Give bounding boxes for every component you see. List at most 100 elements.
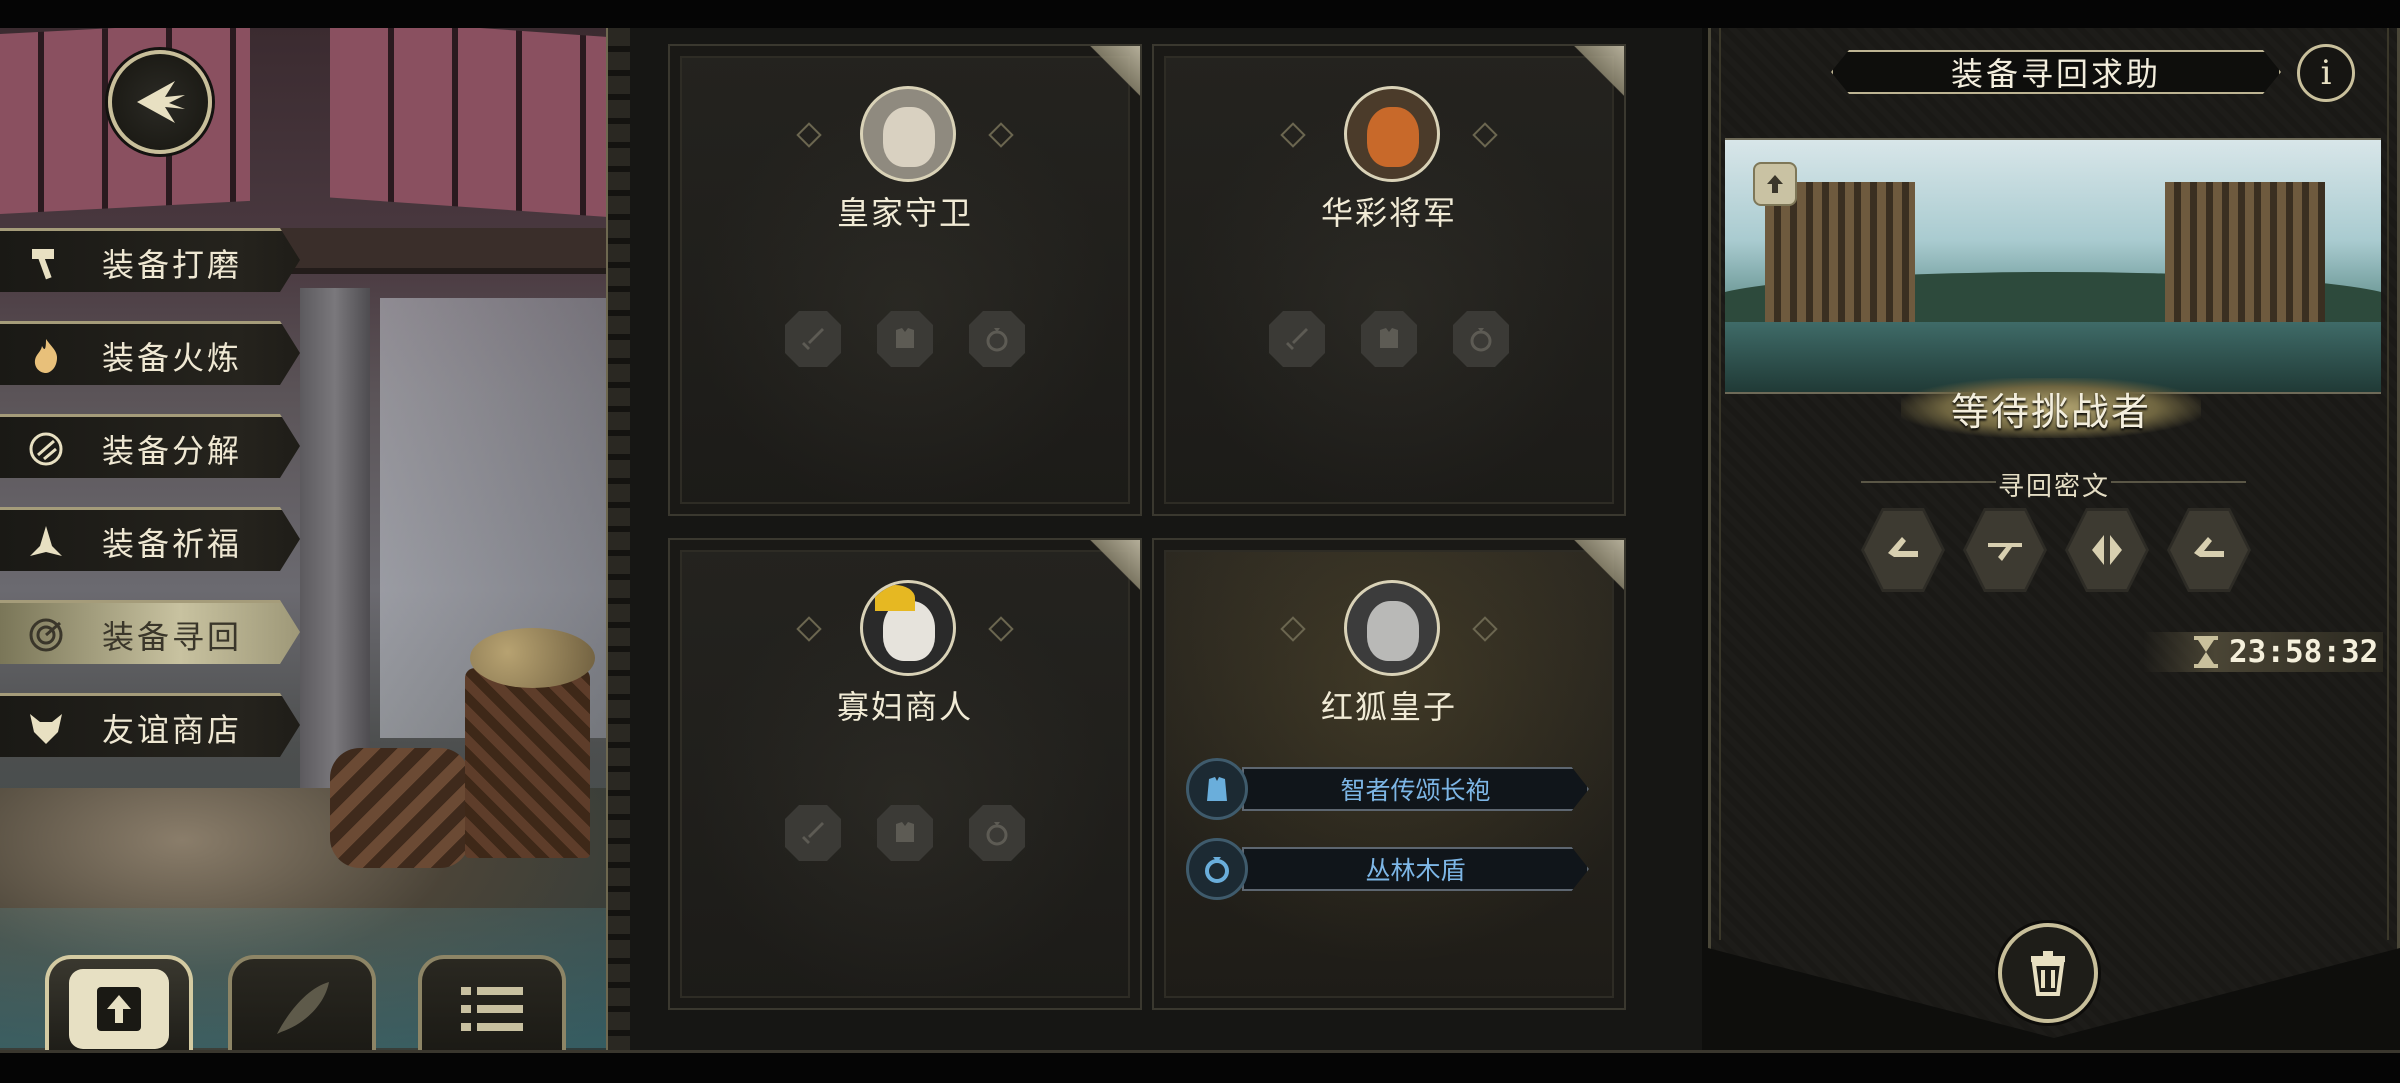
ring-slot-icon[interactable] (969, 311, 1025, 367)
flame-icon (24, 334, 68, 378)
rune-1-icon[interactable] (1861, 508, 1945, 592)
retrieve-help-panel: 装备寻回求助 i 等待挑战者 寻回密文 23:58:32 (1702, 28, 2400, 1050)
hero-name: 华彩将军 (1320, 194, 1457, 232)
banner-fence (2165, 182, 2325, 322)
divider-line (2111, 481, 2246, 483)
fox-icon (24, 706, 68, 750)
trash-icon (2031, 951, 2065, 996)
sword-slot-icon[interactable] (1269, 311, 1325, 367)
hero-card-royal-guard[interactable]: 皇家守卫 (668, 44, 1142, 516)
menu-item-label: 装备火炼 (102, 339, 243, 377)
menu-item-label: 装备祈福 (102, 525, 243, 563)
hero-card-general[interactable]: 华彩将军 (1152, 44, 1626, 516)
roof-right (330, 28, 608, 219)
rune-3-icon[interactable] (2065, 508, 2149, 592)
timer-text: 23:58:32 (2229, 634, 2379, 670)
sword-slot-icon[interactable] (785, 805, 841, 861)
upload-icon (97, 987, 141, 1031)
equipment-slots (670, 311, 1140, 367)
cipher-label: 寻回密文 (1997, 472, 2110, 502)
menu-item-label: 装备分解 (102, 432, 243, 470)
list-button[interactable] (418, 955, 566, 1059)
equipment-slots (670, 805, 1140, 861)
banner-water (1725, 322, 2381, 392)
stone-pillar (300, 288, 370, 808)
banner-sky (1725, 140, 2381, 392)
ring-slot-icon[interactable] (1453, 311, 1509, 367)
armor-slot-icon[interactable] (1361, 311, 1417, 367)
equipment-slots (1154, 311, 1624, 367)
menu-item-forge[interactable]: 装备火炼 (0, 321, 300, 385)
feather-button[interactable] (228, 955, 376, 1059)
page-curl-corner (1554, 540, 1624, 610)
banner-hill (1725, 272, 2381, 332)
panel-body: 装备寻回求助 i 等待挑战者 寻回密文 23:58:32 (1708, 28, 2400, 1038)
hero-name: 皇家守卫 (836, 194, 973, 232)
menu-item-blessing[interactable]: 装备祈福 (0, 507, 300, 571)
list-icon (461, 987, 523, 1031)
robe-icon (1186, 758, 1248, 820)
royal-guard-portrait[interactable] (860, 86, 956, 182)
hero-name: 寡妇商人 (836, 688, 973, 726)
cipher-runes (1861, 508, 2251, 592)
info-button[interactable]: i (2297, 44, 2355, 102)
share-icon[interactable] (1753, 162, 1797, 206)
armor-slot-icon[interactable] (877, 805, 933, 861)
diamond-ornament (796, 616, 822, 642)
portrait-face (1367, 601, 1419, 661)
bottom-frame (0, 1050, 2400, 1083)
menu-item-disassemble[interactable]: 装备分解 (0, 414, 300, 478)
ring-icon (1186, 838, 1248, 900)
stage-banner[interactable] (1725, 138, 2381, 394)
red-fox-prince-portrait[interactable] (1344, 580, 1440, 676)
hammer-icon (24, 241, 68, 285)
back-button[interactable] (108, 50, 212, 154)
hero-name: 红狐皇子 (1320, 688, 1457, 726)
hero-grid: 皇家守卫 华彩将军 寡妇商人 红狐皇子 智者传颂长袍 丛林木盾 (630, 28, 1702, 1050)
hero-card-red-fox-prince[interactable]: 红狐皇子 智者传颂长袍 丛林木盾 (1152, 538, 1626, 1010)
title-frame (1831, 50, 2281, 94)
general-portrait[interactable] (1344, 86, 1440, 182)
back-arrow-icon (137, 81, 185, 123)
diamond-ornament (1472, 616, 1498, 642)
ore-pile (470, 628, 595, 688)
countdown-timer: 23:58:32 (2143, 632, 2383, 672)
hero-card-widow-merchant[interactable]: 寡妇商人 (668, 538, 1142, 1010)
armor-slot-icon[interactable] (877, 311, 933, 367)
info-icon: i (2320, 53, 2332, 93)
menu-item-label: 友谊商店 (102, 711, 243, 749)
crates (330, 748, 470, 868)
hourglass-icon (2193, 635, 2219, 669)
widow-merchant-portrait[interactable] (860, 580, 956, 676)
sword-slot-icon[interactable] (785, 311, 841, 367)
menu-item-friendship-shop[interactable]: 友谊商店 (0, 693, 300, 757)
delete-button[interactable] (1998, 923, 2098, 1023)
page-curl-corner (1070, 540, 1140, 610)
banner-fence (1765, 182, 1915, 322)
menu-item-retrieve[interactable]: 装备寻回 (0, 600, 300, 664)
diamond-ornament (1472, 122, 1498, 148)
target-icon (24, 613, 68, 657)
diamond-ornament (988, 122, 1014, 148)
upload-button-face (69, 969, 169, 1049)
panel-title-bar: 装备寻回求助 (1831, 50, 2281, 94)
praying-hands-icon (24, 520, 68, 564)
page-curl-corner (1070, 46, 1140, 116)
portrait-face (1367, 107, 1419, 167)
diamond-ornament (1280, 616, 1306, 642)
rune-4-icon[interactable] (2167, 508, 2251, 592)
page-curl-corner (1554, 46, 1624, 116)
ring-slot-icon[interactable] (969, 805, 1025, 861)
status-text: 等待挑战者 (1950, 389, 2151, 434)
menu-item-label: 装备打磨 (102, 246, 243, 284)
upload-button[interactable] (45, 955, 193, 1059)
panel-title: 装备寻回求助 (1950, 55, 2161, 93)
portrait-feather-hat (875, 585, 915, 611)
menu-item-polish[interactable]: 装备打磨 (0, 228, 300, 292)
basket (465, 668, 590, 858)
diamond-ornament (1280, 122, 1306, 148)
gear-item-robe[interactable]: 智者传颂长袍 (1186, 758, 1589, 820)
gear-item-jungle-shield[interactable]: 丛林木盾 (1186, 838, 1589, 900)
diamond-ornament (988, 616, 1014, 642)
rune-2-icon[interactable] (1963, 508, 2047, 592)
